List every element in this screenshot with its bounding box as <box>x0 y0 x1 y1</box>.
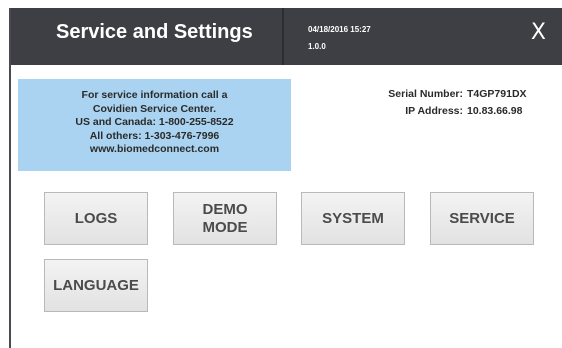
info-line: For service information call a <box>81 89 228 101</box>
header-divider <box>282 8 284 65</box>
info-line: All others: 1-303-476-7996 <box>89 129 220 142</box>
serial-number-label: Serial Number: <box>388 88 463 100</box>
system-button[interactable]: SYSTEM <box>301 192 405 245</box>
info-line: www.biomedconnect.com <box>89 143 220 155</box>
language-button[interactable]: LANGUAGE <box>44 259 148 312</box>
ip-address-row: IP Address: 10.83.66.98 <box>357 103 527 120</box>
ip-address-value: 10.83.66.98 <box>467 105 523 117</box>
close-button[interactable]: X <box>531 20 546 45</box>
service-button[interactable]: SERVICE <box>430 192 534 245</box>
device-info: Serial Number: T4GP791DX IP Address: 10.… <box>357 86 527 120</box>
ip-address-label: IP Address: <box>405 105 463 117</box>
date-time: 04/18/2016 15:27 <box>308 25 371 34</box>
header-meta: 04/18/2016 15:27 1.0.0 <box>308 21 371 55</box>
serial-number-row: Serial Number: T4GP791DX <box>357 86 527 103</box>
service-settings-screen: Service and Settings 04/18/2016 15:27 1.… <box>9 8 562 348</box>
serial-number-value: T4GP791DX <box>467 88 527 100</box>
info-line: US and Canada: 1-800-255-8522 <box>75 116 234 128</box>
logs-button[interactable]: LOGS <box>44 192 148 245</box>
info-line: Covidien Service Center. <box>92 102 217 115</box>
software-version: 1.0.0 <box>308 42 326 51</box>
page-title: Service and Settings <box>56 21 253 43</box>
header-bar: Service and Settings 04/18/2016 15:27 1.… <box>11 8 562 65</box>
service-contact-info: For service information call a Covidien … <box>18 79 291 171</box>
demo-mode-button[interactable]: DEMO MODE <box>173 192 277 245</box>
